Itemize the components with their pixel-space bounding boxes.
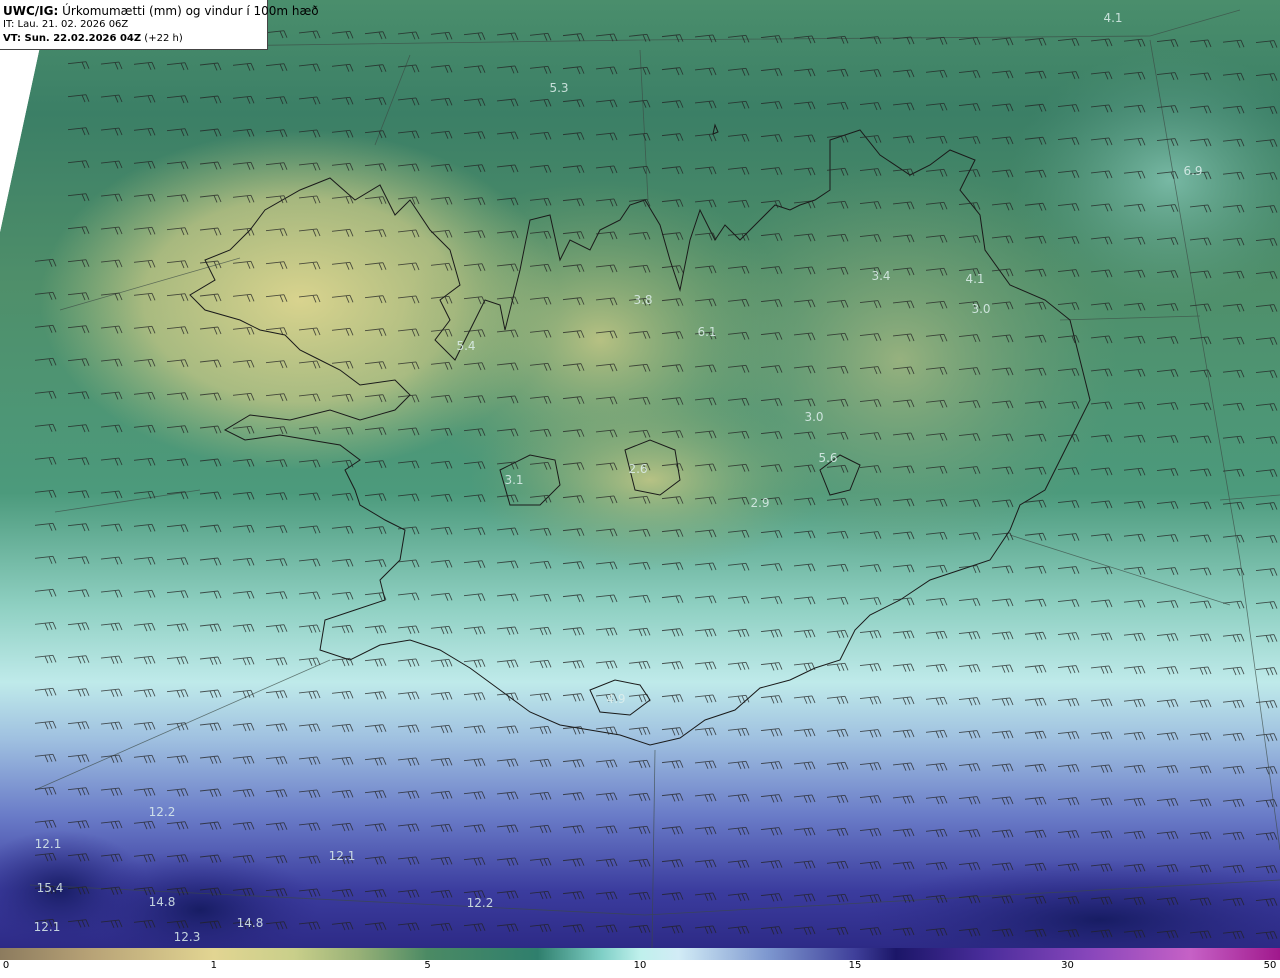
map-area: 4.1 5.3 6.9 3.4 4.1 3.0 3.8 6.1 5.4 3.0 5.6 2.6 3.1 2… xyxy=(0,0,1280,948)
header-title-line: UWC/IG: Úrkomumætti (mm) og vindur í 100… xyxy=(3,4,319,18)
map-value-label: 5.4 xyxy=(456,339,475,353)
map-value-label: 4.1 xyxy=(1103,11,1122,25)
colorbar-gradient xyxy=(0,948,1280,960)
map-value-label: 6.9 xyxy=(1183,164,1202,178)
map-value-label: 2.6 xyxy=(628,462,647,476)
map-value-label: 12.1 xyxy=(329,849,356,863)
model-name: UWC/IG: xyxy=(3,4,59,18)
map-value-label: 15.4 xyxy=(37,881,64,895)
colorbar: 0 1 5 10 15 30 50 xyxy=(0,948,1280,978)
precip-map: 4.1 5.3 6.9 3.4 4.1 3.0 3.8 6.1 5.4 3.0 5.6 2.6 3.1 2… xyxy=(0,0,1280,948)
map-value-label: 4.1 xyxy=(965,272,984,286)
map-value-label: 12.3 xyxy=(174,930,201,944)
colorbar-tick: 10 xyxy=(633,960,647,971)
map-value-label: 4.9 xyxy=(606,692,625,706)
map-value-label: 12.2 xyxy=(149,805,176,819)
map-value-label: 2.9 xyxy=(750,496,769,510)
valid-time: VT: Sun. 22.02.2026 04Z xyxy=(3,33,142,44)
map-value-label: 3.1 xyxy=(504,473,523,487)
map-value-label: 3.0 xyxy=(971,302,990,316)
colorbar-tick: 50 xyxy=(1263,960,1277,971)
colorbar-tick: 15 xyxy=(848,960,862,971)
map-value-label: 14.8 xyxy=(149,895,176,909)
map-value-label: 6.1 xyxy=(697,325,716,339)
colorbar-tick: 30 xyxy=(1061,960,1074,971)
map-value-label: 3.4 xyxy=(871,269,890,283)
map-value-label: 12.1 xyxy=(34,920,61,934)
map-value-label: 5.3 xyxy=(549,81,568,95)
forecast-hour: (+22 h) xyxy=(141,33,183,44)
map-value-label: 12.2 xyxy=(467,896,494,910)
map-value-label: 3.0 xyxy=(804,410,823,424)
map-value-label: 3.8 xyxy=(633,293,652,307)
map-title: Úrkomumætti (mm) og vindur í 100m hæð xyxy=(58,4,319,18)
map-value-label: 14.8 xyxy=(237,916,264,930)
valid-time-line: VT: Sun. 22.02.2026 04Z (+22 h) xyxy=(3,32,263,46)
colorbar-tick: 5 xyxy=(424,960,431,971)
map-value-label: 5.6 xyxy=(818,451,837,465)
map-header: UWC/IG: Úrkomumætti (mm) og vindur í 100… xyxy=(0,0,319,50)
issue-time: IT: Lau. 21. 02. 2026 06Z xyxy=(3,19,129,30)
colorbar-tick: 1 xyxy=(210,960,217,971)
colorbar-tick: 0 xyxy=(2,960,10,971)
map-value-label: 12.1 xyxy=(35,837,62,851)
